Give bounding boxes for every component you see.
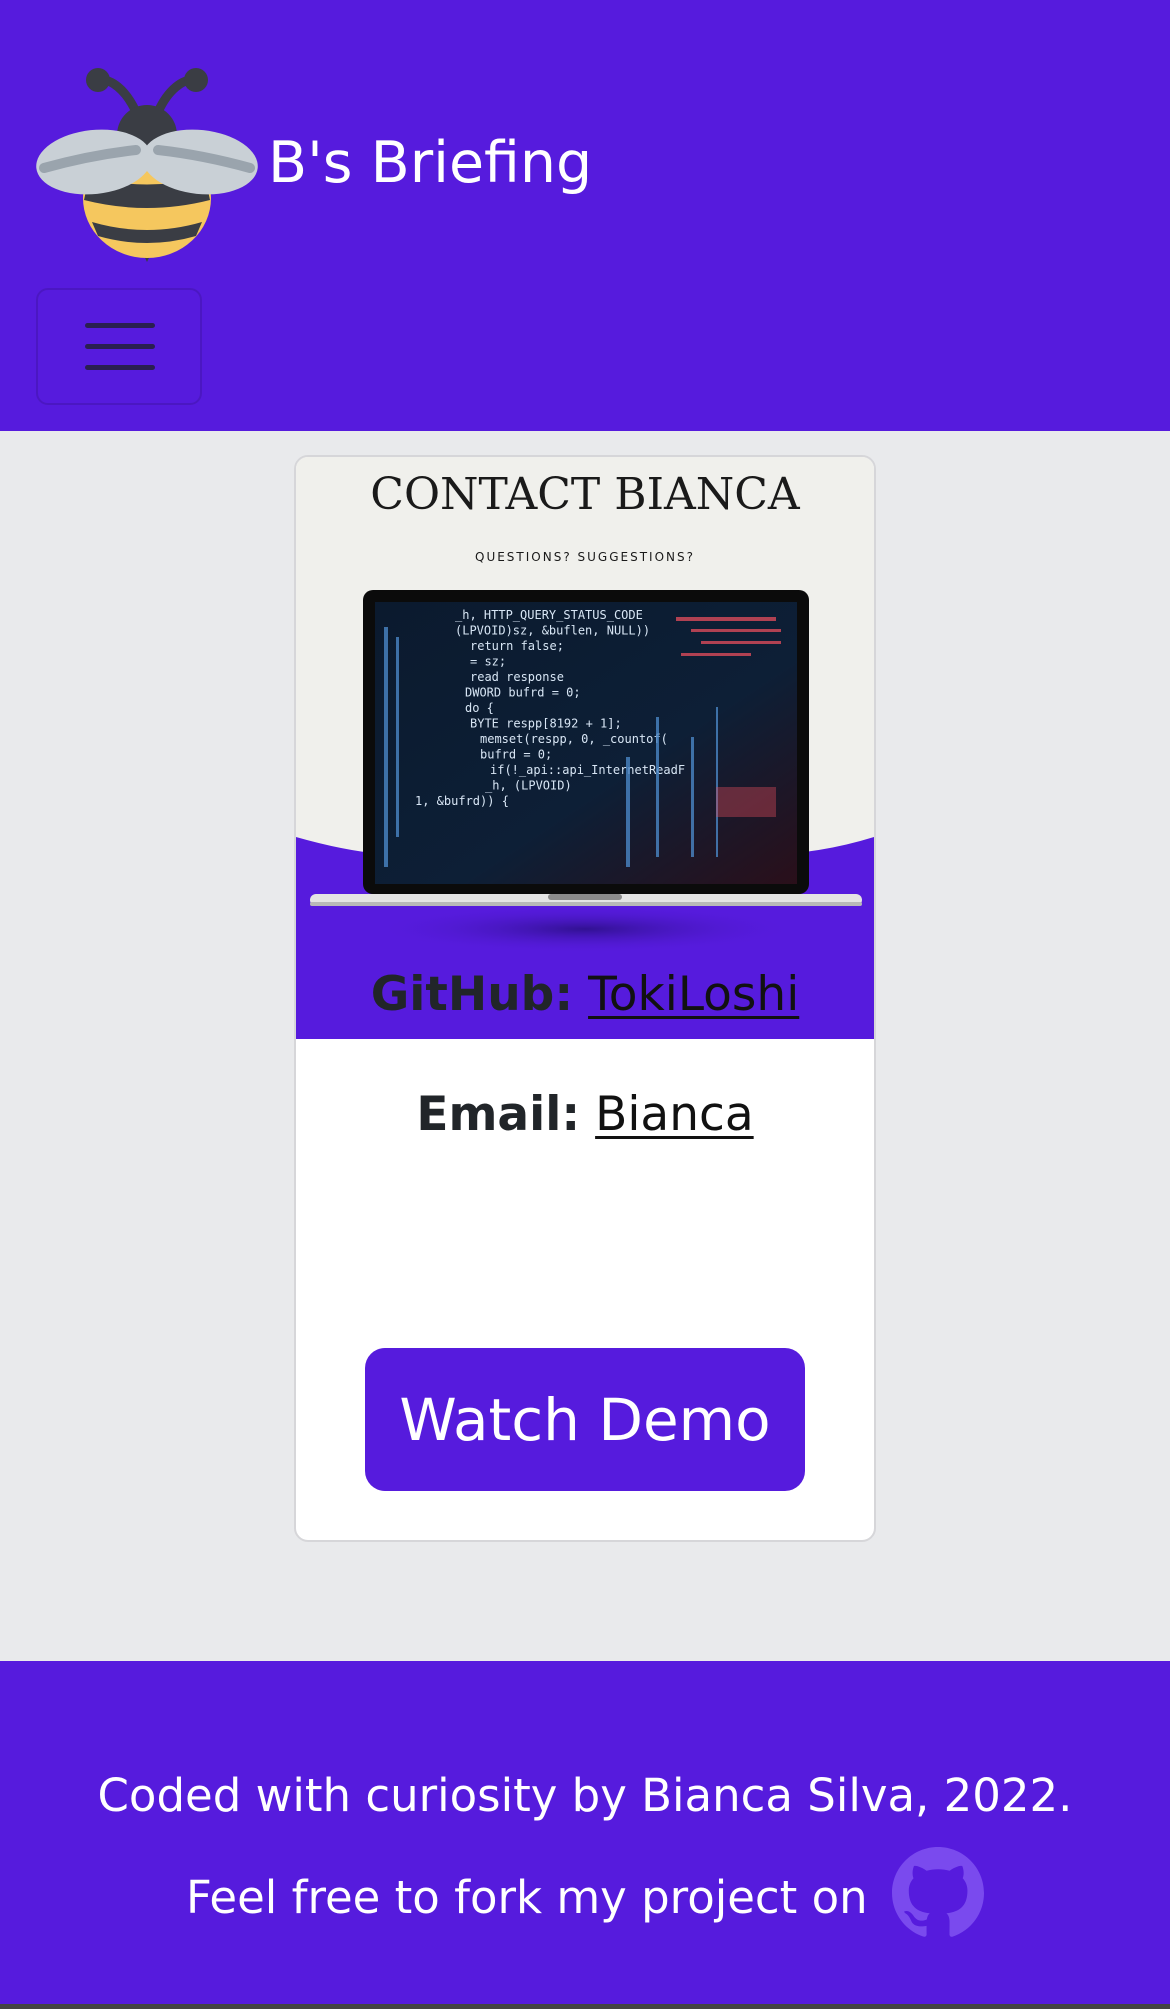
code-line: DWORD bufrd = 0;	[465, 686, 581, 700]
footer-text-block: Coded with curiosity by Bianca Silva, 20…	[50, 1745, 1120, 1949]
email-contact: Email: Bianca	[296, 1087, 874, 1142]
image-title: CONTACT BIANCA	[370, 469, 801, 520]
email-label: Email:	[416, 1087, 581, 1142]
watch-demo-button[interactable]: Watch Demo	[365, 1348, 805, 1491]
code-line: = sz;	[470, 655, 506, 669]
bottom-edge	[0, 2004, 1170, 2009]
code-line: (LPVOID)sz, &buflen, NULL))	[455, 624, 650, 638]
email-link[interactable]: Bianca	[595, 1087, 754, 1142]
code-line: _h, HTTP_QUERY_STATUS_CODE	[455, 608, 643, 622]
image-subtitle: QUESTIONS? SUGGESTIONS?	[475, 550, 695, 564]
code-line: read response	[470, 670, 564, 684]
code-line: _h, (LPVOID)	[485, 779, 572, 793]
navbar: B's Briefing	[0, 0, 1170, 431]
github-contact: GitHub: TokiLoshi	[296, 967, 874, 1022]
code-line: return false;	[470, 639, 564, 653]
github-icon[interactable]	[891, 1847, 984, 1939]
navbar-brand[interactable]: B's Briefing	[36, 50, 592, 275]
code-line: do {	[465, 701, 494, 715]
code-line: bufrd = 0;	[480, 748, 552, 762]
contact-card: CONTACT BIANCA QUESTIONS? SUGGESTIONS? _…	[294, 455, 876, 1542]
code-line: BYTE respp[8192 + 1];	[470, 717, 622, 731]
github-label: GitHub:	[370, 967, 574, 1022]
bee-icon	[36, 68, 258, 262]
footer: Coded with curiosity by Bianca Silva, 20…	[0, 1661, 1170, 2004]
code-line: 1, &bufrd)) {	[415, 794, 509, 808]
code-line: if(!_api::api_InternetReadF	[490, 763, 685, 777]
code-line: memset(respp, 0, _countof(	[480, 732, 668, 746]
github-link[interactable]: TokiLoshi	[588, 967, 799, 1022]
contact-card-image: CONTACT BIANCA QUESTIONS? SUGGESTIONS? _…	[296, 457, 874, 1039]
navbar-toggler-button[interactable]	[36, 288, 202, 405]
brand-name: B's Briefing	[268, 129, 593, 196]
